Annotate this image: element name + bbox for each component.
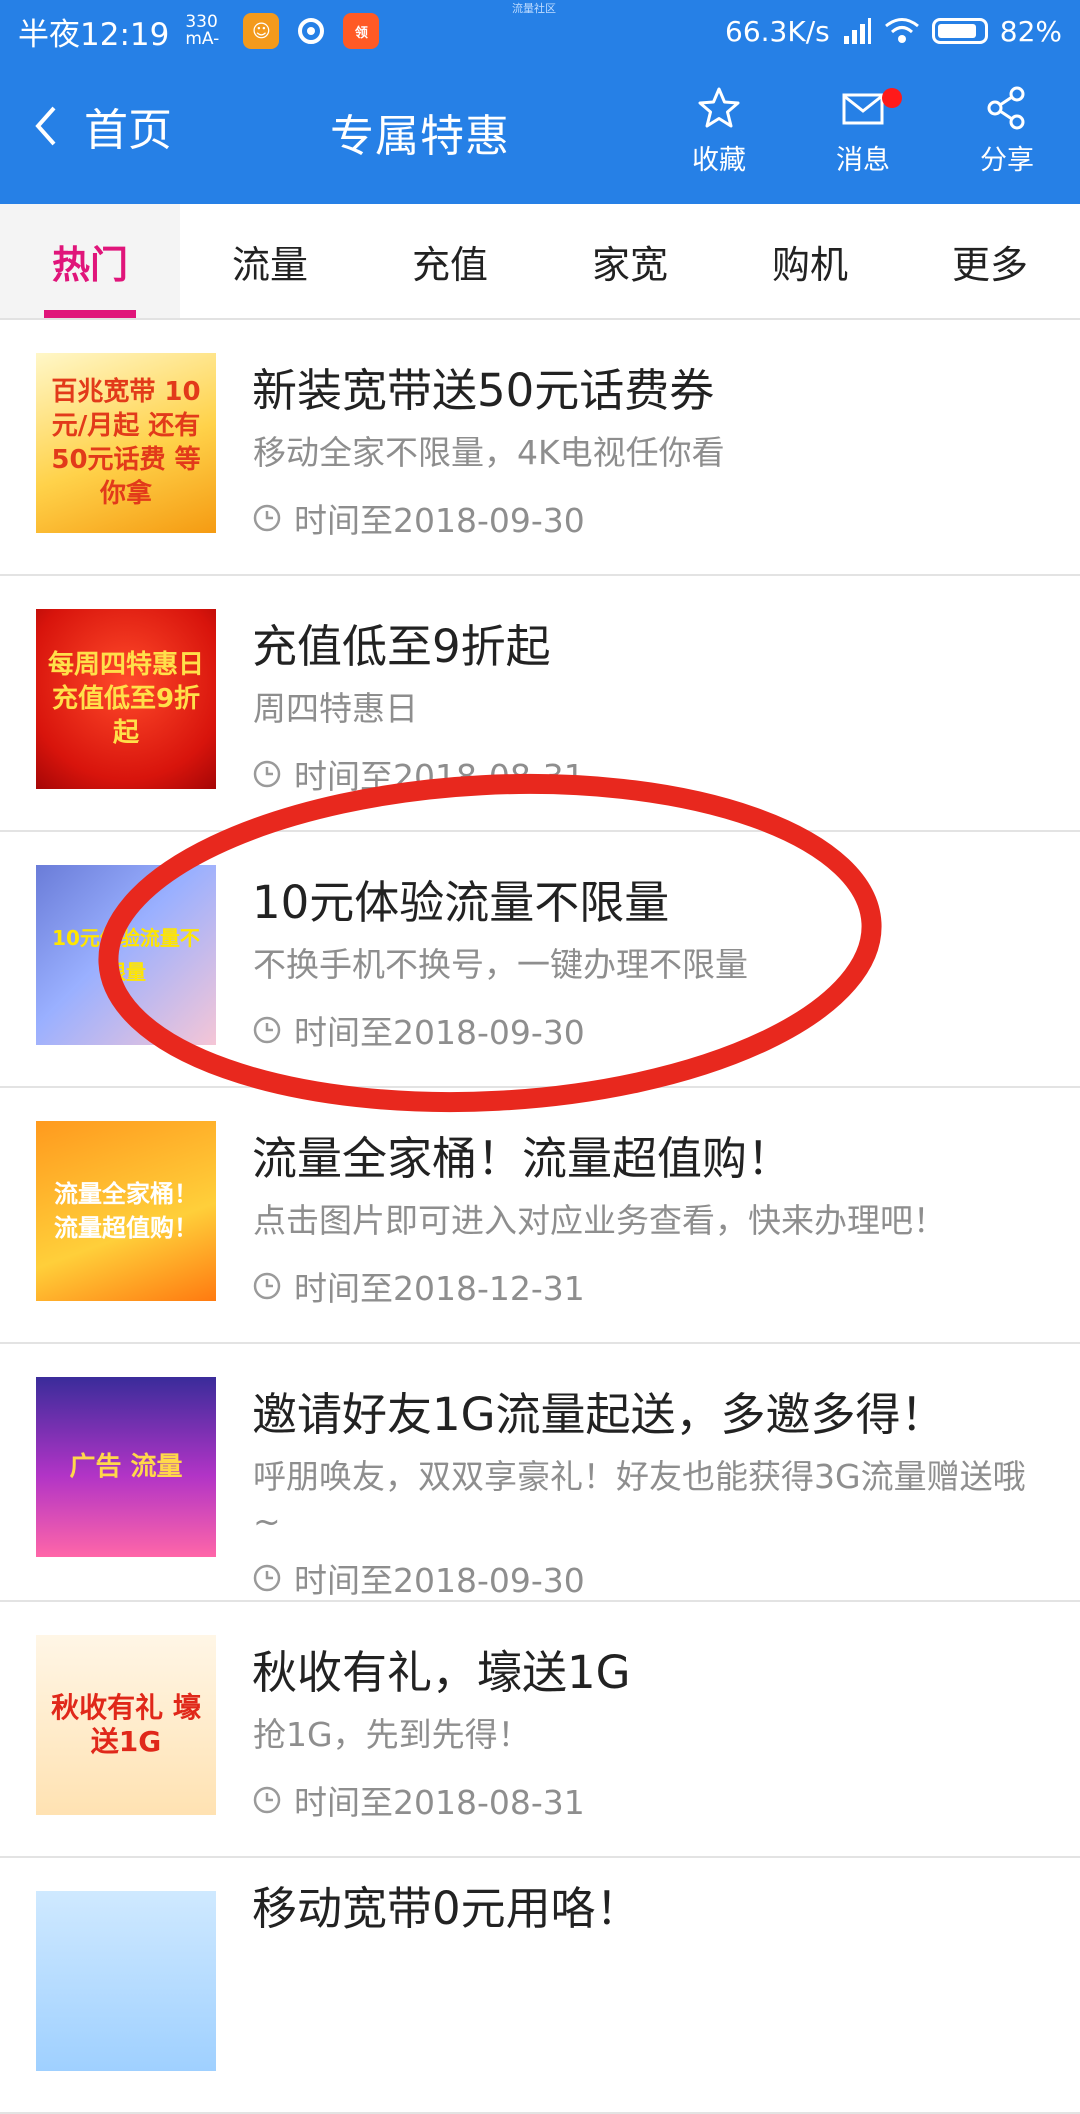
clock-icon <box>253 1564 281 1592</box>
offer-title: 充值低至9折起 <box>252 620 551 673</box>
tab-hot[interactable]: 热门 <box>0 204 180 318</box>
tab-recharge[interactable]: 充值 <box>360 204 540 318</box>
offer-deadline-text: 时间至2018-12-31 <box>294 1269 585 1308</box>
offer-title: 流量全家桶！流量超值购！ <box>252 1132 793 1185</box>
app-header: 首页 专属特惠 收藏 消息 分享 <box>0 62 1080 204</box>
offer-subtitle: 点击图片即可进入对应业务查看，快来办理吧！ <box>253 1201 946 1240</box>
offer-deadline-text: 时间至2018-09-30 <box>294 1013 585 1052</box>
messages-label: 消息 <box>836 145 890 176</box>
favorite-label: 收藏 <box>692 145 746 176</box>
messages-button[interactable]: 消息 <box>808 84 918 194</box>
app-badge-icon: 领 <box>343 13 380 49</box>
back-label: 首页 <box>84 105 172 156</box>
offer-title: 10元体验流量不限量 <box>252 876 670 929</box>
offer-deadline: 时间至2018-09-30 <box>252 1554 585 1602</box>
offer-subtitle: 呼朋唤友，双双享豪礼！好友也能获得3G流量赠送哦~ <box>253 1457 1026 1541</box>
clock-icon <box>253 1272 281 1300</box>
offer-item[interactable]: 百兆宽带 10元/月起 还有50元话费 等你拿 新装宽带送50元话费券 移动全家… <box>0 320 1080 576</box>
favorite-button[interactable]: 收藏 <box>664 84 774 194</box>
back-button[interactable]: 首页 <box>24 96 172 156</box>
offer-item[interactable]: 广告 流量 邀请好友1G流量起送，多邀多得！ 呼朋唤友，双双享豪礼！好友也能获得… <box>0 1344 1080 1602</box>
offer-deadline-text: 时间至2018-09-30 <box>294 1561 585 1600</box>
battery-icon <box>931 18 988 44</box>
offer-thumbnail: 秋收有礼 壕送1G <box>36 1635 216 1815</box>
share-icon <box>987 86 1025 130</box>
offer-subtitle: 周四特惠日 <box>253 689 418 728</box>
offer-item[interactable]: 10元体验流量不限量 10元体验流量不限量 不换手机不换号，一键办理不限量 时间… <box>0 832 1080 1088</box>
battery-level: 82% <box>999 14 1062 48</box>
mail-icon <box>842 93 884 125</box>
offer-thumbnail: 10元体验流量不限量 <box>36 865 216 1045</box>
clock-icon <box>253 1016 281 1044</box>
network-speed: 66.3K/s <box>725 14 830 48</box>
offer-deadline: 时间至2018-08-31 <box>252 1776 585 1824</box>
offer-deadline: 时间至2018-08-31 <box>252 750 585 798</box>
offer-thumbnail <box>36 1891 216 2071</box>
offer-deadline: 时间至2018-12-31 <box>252 1262 585 1310</box>
status-right: 66.3K/s 82% <box>725 15 1062 48</box>
offer-item[interactable]: 秋收有礼 壕送1G 秋收有礼，壕送1G 抢1G，先到先得！ 时间至2018-08… <box>0 1602 1080 1858</box>
tab-data[interactable]: 流量 <box>180 204 360 318</box>
offer-deadline-text: 时间至2018-08-31 <box>294 757 585 796</box>
clock-icon <box>253 1786 281 1814</box>
offer-title: 邀请好友1G流量起送，多邀多得！ <box>252 1388 946 1441</box>
status-time: 半夜12:19 <box>18 16 170 53</box>
unread-dot <box>882 88 902 108</box>
offer-title: 移动宽带0元用咯！ <box>252 1882 641 1935</box>
sync-icon <box>293 13 329 49</box>
offer-deadline: 时间至2018-09-30 <box>252 494 585 542</box>
offer-deadline: 时间至2018-09-30 <box>252 1006 585 1054</box>
wifi-icon <box>884 18 919 43</box>
clock-icon <box>253 760 281 788</box>
tab-more[interactable]: 更多 <box>900 204 1080 318</box>
status-bar: 半夜12:19 330 mA- ☺ 领 流量社区 66.3K/s 82% <box>0 0 1080 62</box>
offer-title: 秋收有礼，壕送1G <box>252 1646 631 1699</box>
category-tabs: 热门 流量 充值 家宽 购机 更多 <box>0 204 1080 320</box>
offer-thumbnail: 流量全家桶！ 流量超值购！ <box>36 1121 216 1301</box>
offer-title: 新装宽带送50元话费券 <box>252 364 715 417</box>
offer-thumbnail: 百兆宽带 10元/月起 还有50元话费 等你拿 <box>36 353 216 533</box>
share-button[interactable]: 分享 <box>952 84 1062 194</box>
clock-icon <box>253 504 281 532</box>
offer-item[interactable]: 移动宽带0元用咯！ <box>0 1858 1080 2114</box>
offer-deadline-text: 时间至2018-08-31 <box>294 1783 585 1822</box>
offer-thumbnail: 广告 流量 <box>36 1377 216 1557</box>
tab-broadband[interactable]: 家宽 <box>540 204 720 318</box>
page-title: 专属特惠 <box>330 111 510 162</box>
offer-item[interactable]: 流量全家桶！ 流量超值购！ 流量全家桶！流量超值购！ 点击图片即可进入对应业务查… <box>0 1088 1080 1344</box>
status-current: 330 mA- <box>185 12 220 49</box>
signal-icon <box>843 18 871 44</box>
tab-phones[interactable]: 购机 <box>720 204 900 318</box>
offer-subtitle: 移动全家不限量，4K电视任你看 <box>253 433 725 472</box>
offer-list: 百兆宽带 10元/月起 还有50元话费 等你拿 新装宽带送50元话费券 移动全家… <box>0 320 1080 2114</box>
share-label: 分享 <box>980 145 1034 176</box>
star-icon <box>698 87 740 128</box>
chevron-left-icon <box>35 106 56 146</box>
offer-deadline-text: 时间至2018-09-30 <box>294 501 585 540</box>
offer-item[interactable]: 每周四特惠日 充值低至9折起 充值低至9折起 周四特惠日 时间至2018-08-… <box>0 576 1080 832</box>
offer-thumbnail: 每周四特惠日 充值低至9折起 <box>36 609 216 789</box>
offer-subtitle: 抢1G，先到先得！ <box>253 1715 531 1754</box>
app-notification-icon: ☺ <box>243 13 280 49</box>
offer-subtitle: 不换手机不换号，一键办理不限量 <box>253 945 748 984</box>
status-center-text: 流量社区 <box>512 2 556 15</box>
